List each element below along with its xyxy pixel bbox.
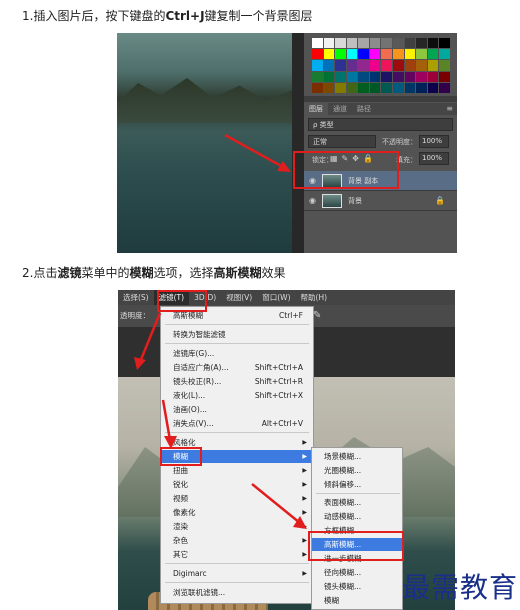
menu-separator [165,343,309,344]
menu-select[interactable]: 选择(S) [118,290,154,305]
highlight-box-blur-item [160,447,202,466]
submenu-arrow-icon: ▶ [302,439,307,446]
menu-view[interactable]: 视图(V) [221,290,257,305]
blur-submenu: 场景模糊... 光圈模糊... 倾斜偏移... 表面模糊... 动感模糊... 方框模糊.… [311,447,403,610]
highlight-box-gaussian-blur [308,531,404,561]
menu-item-label: 锐化 [173,480,188,489]
menu-item-shortcut: Shift+Ctrl+R [254,377,303,386]
watermark-logo-text: 最需教育 [402,571,519,604]
submenu-arrow-icon: ▶ [302,509,307,516]
step-1-key: Ctrl+J [165,9,205,23]
submenu-arrow-icon: ▶ [302,453,307,460]
menu-item-label: 渲染 [173,522,188,531]
menu-item-label: 风格化 [173,438,196,447]
submenu-arrow-icon: ▶ [302,570,307,577]
arrow-line [224,133,284,169]
menu-item-label: 消失点(V)... [173,419,214,428]
submenu-arrow-icon: ▶ [302,481,307,488]
filter-menu-item[interactable]: 渲染 ▶ [161,520,313,533]
menu-separator [165,432,309,433]
blur-menu-item[interactable]: 表面模糊... [312,496,402,509]
filter-menu-item[interactable]: 油画(O)... [161,403,313,416]
menu-separator [165,324,309,325]
filter-menu-item[interactable]: 转换为智能滤镜 [161,328,313,341]
menu-item-shortcut: Shift+Ctrl+X [254,391,303,400]
blur-menu-item[interactable]: 镜头模糊... [312,580,402,593]
menu-item-label: 其它 [173,550,188,559]
menu-item-label: 像素化 [173,508,196,517]
submenu-arrow-icon: ▶ [302,551,307,558]
blur-menu-item[interactable]: 动感模糊... [312,510,402,523]
filter-menu-item[interactable]: 滤镜库(G)... [161,347,313,360]
menu-item-label: 液化(L)... [173,391,206,400]
blur-menu-item[interactable]: 倾斜偏移... [312,478,402,491]
filter-menu-item[interactable]: 自适应广角(A)... Shift+Ctrl+A [161,361,313,374]
highlight-box-copied-layer [293,151,399,189]
menu-item-shortcut: Ctrl+F [279,311,303,320]
filter-menu-item[interactable]: 视频 ▶ [161,492,313,505]
filter-menu-item[interactable]: 镜头校正(R)... Shift+Ctrl+R [161,375,313,388]
menu-item-label: 杂色 [173,536,188,545]
filter-menu-item[interactable]: 液化(L)... Shift+Ctrl+X [161,389,313,402]
submenu-arrow-icon: ▶ [302,467,307,474]
menu-separator [316,493,400,494]
menu-window[interactable]: 窗口(W) [257,290,295,305]
filter-menu-item[interactable]: 浏览联机滤镜... [161,586,313,599]
step-2-text-a: 2.点击 [22,266,58,280]
step-1-text-a: 1.插入图片后，按下键盘的 [22,9,166,23]
blur-menu-item[interactable]: 模糊 [312,594,402,607]
menu-item-label: 视频 [173,494,188,503]
menu-item-label: 扭曲 [173,466,188,475]
step-2-filter: 滤镜 [57,266,82,280]
menu-separator [165,582,309,583]
submenu-arrow-icon: ▶ [302,495,307,502]
filter-menu-item[interactable]: 消失点(V)... Alt+Ctrl+V [161,417,313,430]
filter-menu-item[interactable]: 锐化 ▶ [161,478,313,491]
menu-item-shortcut: Shift+Ctrl+A [254,363,303,372]
menu-item-label: 滤镜库(G)... [173,349,215,358]
filter-menu-item[interactable]: 杂色 ▶ [161,534,313,547]
menu-item-label: Digimarc [173,569,207,578]
submenu-arrow-icon: ▶ [302,537,307,544]
filter-menu-item[interactable]: Digimarc ▶ [161,567,313,580]
menu-help[interactable]: 帮助(H) [296,290,333,305]
submenu-arrow-icon: ▶ [302,523,307,530]
menu-item-label: 自适应广角(A)... [173,363,229,372]
opacity-options-label: 透明度： [120,311,150,320]
menu-item-label: 转换为智能滤镜 [173,330,226,339]
menu-item-label: 高斯模糊 [173,311,203,320]
step-2-text-c: 菜单中的 [81,266,130,280]
menu-item-label: 浏览联机滤镜... [173,588,226,597]
step-1-title: 1.插入图片后，按下键盘的Ctrl+J键复制一个背景图层 [22,8,313,24]
arrow-head [277,161,291,172]
blur-menu-item[interactable]: 光圈模糊... [312,464,402,477]
arrow-annotation [224,133,291,172]
step-2-text-g: 效果 [261,266,286,280]
highlight-box-filter-menu [157,290,207,312]
blur-menu-item[interactable]: 场景模糊... [312,450,402,463]
menu-item-shortcut: Alt+Ctrl+V [261,419,303,428]
menu-item-label: 镜头校正(R)... [173,377,222,386]
step-1-text-c: 键复制一个背景图层 [204,9,313,23]
brush-icon[interactable]: ✎ [313,305,321,327]
blur-menu-item[interactable]: 径向模糊... [312,566,402,579]
step-2-text-e: 选项，选择 [153,266,214,280]
step-2-gaussian: 高斯模糊 [213,266,262,280]
filter-menu-item[interactable]: 其它 ▶ [161,548,313,561]
step-2-title: 2.点击滤镜菜单中的模糊选项，选择高斯模糊效果 [22,265,286,281]
menu-item-label: 油画(O)... [173,405,207,414]
screenshot-layers-panel: 图层 通道 路径 ≡ ρ 类型 正常 不透明度： 100% 锁定： ▦✎✥🔒 填… [117,33,457,253]
step-2-blur: 模糊 [129,266,154,280]
menu-separator [165,563,309,564]
filter-menu-item[interactable]: 像素化 ▶ [161,506,313,519]
